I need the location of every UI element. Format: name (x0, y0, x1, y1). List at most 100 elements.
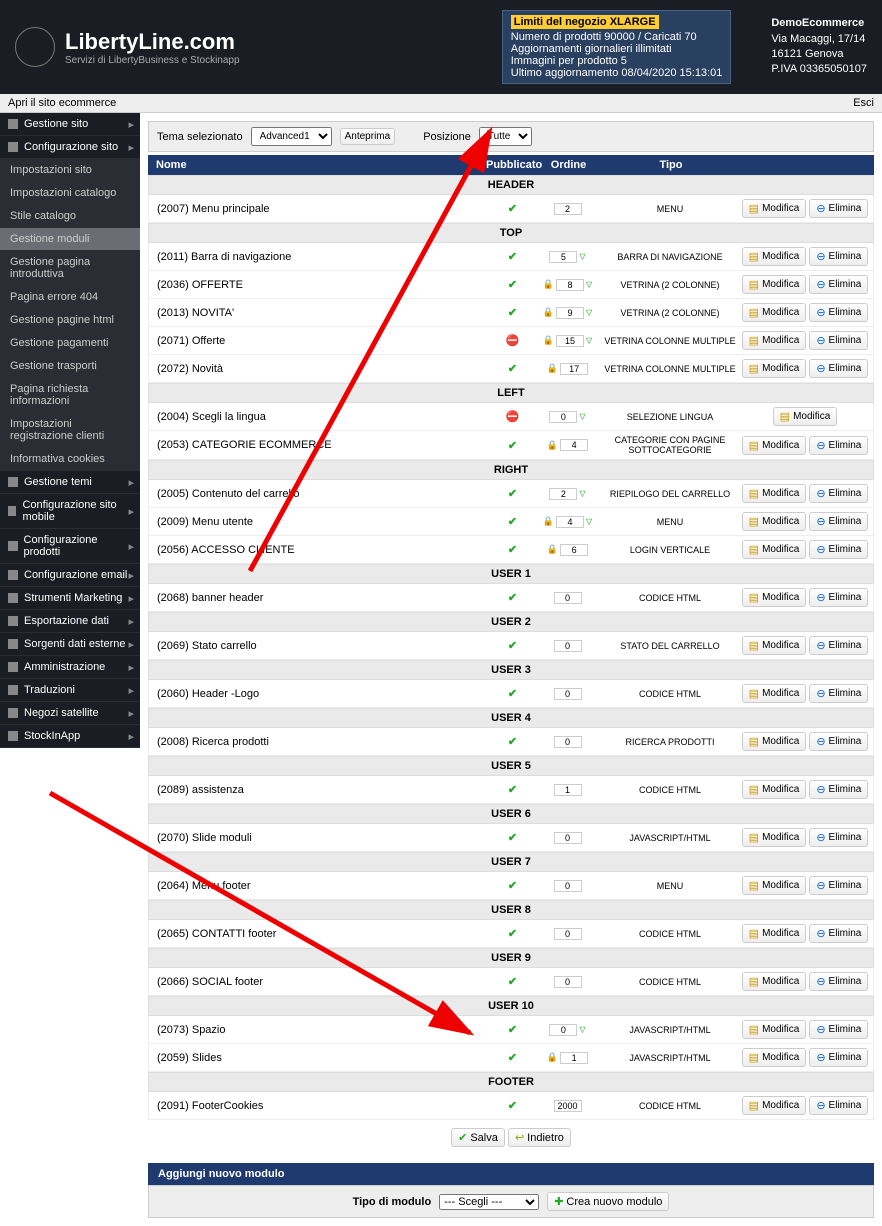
delete-button[interactable]: ⊖Elimina (809, 780, 868, 799)
order-input[interactable] (560, 544, 588, 556)
check-icon[interactable]: ✔ (508, 488, 517, 500)
edit-button[interactable]: ▤Modifica (742, 876, 807, 895)
edit-button[interactable]: ▤Modifica (742, 512, 807, 531)
move-down-icon[interactable]: ▽ (586, 308, 592, 317)
sidebar-item[interactable]: Gestione temi▸ (0, 471, 140, 494)
check-icon[interactable]: ✔ (508, 928, 517, 940)
order-input[interactable] (554, 880, 582, 892)
order-input[interactable] (560, 1052, 588, 1064)
edit-button[interactable]: ▤Modifica (773, 407, 838, 426)
order-input[interactable] (554, 736, 582, 748)
check-icon[interactable]: ✔ (508, 251, 517, 263)
order-input[interactable] (556, 307, 584, 319)
sidebar-item[interactable]: Impostazioni catalogo (0, 182, 140, 205)
edit-button[interactable]: ▤Modifica (742, 636, 807, 655)
sidebar-item[interactable]: Configurazione prodotti▸ (0, 529, 140, 564)
order-input[interactable] (549, 411, 577, 423)
preview-button[interactable]: Anteprima (340, 128, 396, 145)
delete-button[interactable]: ⊖Elimina (809, 1020, 868, 1039)
delete-button[interactable]: ⊖Elimina (809, 636, 868, 655)
sidebar-item[interactable]: Configurazione email▸ (0, 564, 140, 587)
sidebar-item[interactable]: Pagina errore 404 (0, 286, 140, 309)
move-down-icon[interactable]: ▽ (579, 1025, 585, 1034)
edit-button[interactable]: ▤Modifica (742, 924, 807, 943)
delete-button[interactable]: ⊖Elimina (809, 684, 868, 703)
delete-button[interactable]: ⊖Elimina (809, 732, 868, 751)
move-down-icon[interactable]: ▽ (579, 489, 585, 498)
order-input[interactable] (556, 335, 584, 347)
module-type-select[interactable]: --- Scegli --- (439, 1194, 539, 1210)
edit-button[interactable]: ▤Modifica (742, 275, 807, 294)
delete-button[interactable]: ⊖Elimina (809, 588, 868, 607)
edit-button[interactable]: ▤Modifica (742, 331, 807, 350)
edit-button[interactable]: ▤Modifica (742, 684, 807, 703)
move-down-icon[interactable]: ▽ (579, 252, 585, 261)
edit-button[interactable]: ▤Modifica (742, 828, 807, 847)
edit-button[interactable]: ▤Modifica (742, 972, 807, 991)
order-input[interactable] (554, 592, 582, 604)
delete-button[interactable]: ⊖Elimina (809, 828, 868, 847)
move-down-icon[interactable]: ▽ (586, 336, 592, 345)
delete-button[interactable]: ⊖Elimina (809, 303, 868, 322)
delete-button[interactable]: ⊖Elimina (809, 1096, 868, 1115)
sidebar-item[interactable]: Impostazioni registrazione clienti (0, 413, 140, 448)
delete-button[interactable]: ⊖Elimina (809, 876, 868, 895)
sidebar-item[interactable]: Gestione pagina introduttiva (0, 251, 140, 286)
delete-button[interactable]: ⊖Elimina (809, 331, 868, 350)
check-icon[interactable]: ✔ (508, 516, 517, 528)
order-input[interactable] (549, 1024, 577, 1036)
edit-button[interactable]: ▤Modifica (742, 1020, 807, 1039)
edit-button[interactable]: ▤Modifica (742, 540, 807, 559)
sidebar-item[interactable]: Configurazione sito mobile▸ (0, 494, 140, 529)
delete-button[interactable]: ⊖Elimina (809, 247, 868, 266)
save-button[interactable]: ✔Salva (451, 1128, 505, 1147)
sidebar-item[interactable]: Amministrazione▸ (0, 656, 140, 679)
check-icon[interactable]: ✔ (508, 1100, 517, 1112)
create-module-button[interactable]: ✚Crea nuovo modulo (547, 1192, 669, 1211)
sidebar-item[interactable]: Gestione sito▸ (0, 113, 140, 136)
order-input[interactable] (554, 1100, 582, 1112)
order-input[interactable] (560, 439, 588, 451)
edit-button[interactable]: ▤Modifica (742, 484, 807, 503)
order-input[interactable] (554, 640, 582, 652)
check-icon[interactable]: ✔ (508, 976, 517, 988)
order-input[interactable] (549, 488, 577, 500)
delete-button[interactable]: ⊖Elimina (809, 484, 868, 503)
edit-button[interactable]: ▤Modifica (742, 588, 807, 607)
sidebar-item[interactable]: Gestione pagamenti (0, 332, 140, 355)
check-icon[interactable]: ✔ (508, 640, 517, 652)
check-icon[interactable]: ✔ (508, 880, 517, 892)
check-icon[interactable]: ✔ (508, 544, 517, 556)
sidebar-item[interactable]: Impostazioni sito (0, 159, 140, 182)
position-select[interactable]: Tutte (479, 127, 532, 146)
open-site-link[interactable]: Apri il sito ecommerce (8, 97, 116, 109)
move-down-icon[interactable]: ▽ (586, 517, 592, 526)
check-icon[interactable]: ✔ (508, 203, 517, 215)
order-input[interactable] (554, 976, 582, 988)
order-input[interactable] (549, 251, 577, 263)
unpublished-icon[interactable]: ⛔ (506, 335, 520, 347)
move-down-icon[interactable]: ▽ (579, 412, 585, 421)
order-input[interactable] (554, 203, 582, 215)
delete-button[interactable]: ⊖Elimina (809, 972, 868, 991)
sidebar-item[interactable]: Esportazione dati▸ (0, 610, 140, 633)
sidebar-item[interactable]: Traduzioni▸ (0, 679, 140, 702)
sidebar-item[interactable]: Strumenti Marketing▸ (0, 587, 140, 610)
delete-button[interactable]: ⊖Elimina (809, 512, 868, 531)
edit-button[interactable]: ▤Modifica (742, 199, 807, 218)
order-input[interactable] (554, 688, 582, 700)
check-icon[interactable]: ✔ (508, 1024, 517, 1036)
sidebar-item[interactable]: Stile catalogo (0, 205, 140, 228)
sidebar-item[interactable]: Negozi satellite▸ (0, 702, 140, 725)
edit-button[interactable]: ▤Modifica (742, 1048, 807, 1067)
theme-select[interactable]: Advanced1 (251, 127, 332, 146)
edit-button[interactable]: ▤Modifica (742, 303, 807, 322)
move-down-icon[interactable]: ▽ (586, 280, 592, 289)
order-input[interactable] (560, 363, 588, 375)
unpublished-icon[interactable]: ⛔ (506, 411, 520, 423)
order-input[interactable] (554, 832, 582, 844)
delete-button[interactable]: ⊖Elimina (809, 540, 868, 559)
delete-button[interactable]: ⊖Elimina (809, 436, 868, 455)
order-input[interactable] (554, 928, 582, 940)
edit-button[interactable]: ▤Modifica (742, 359, 807, 378)
